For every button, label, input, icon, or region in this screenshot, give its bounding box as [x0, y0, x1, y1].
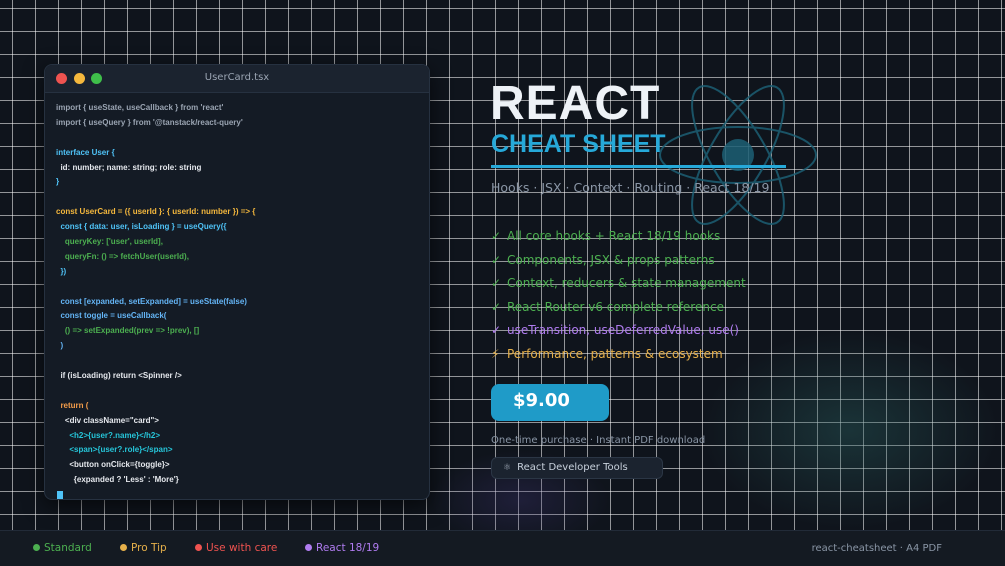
- code-line: <button onClick={toggle}>: [56, 460, 170, 470]
- feature-item: ✓ Context, reducers & state management: [491, 275, 746, 299]
- feature-list: ✓ All core hooks + React 18/19 hooks ✓ Comp…: [491, 228, 746, 369]
- feature-item: ✓ All core hooks + React 18/19 hooks: [491, 228, 746, 252]
- feature-text: useTransition, useDeferredValue, use(): [507, 323, 739, 337]
- feature-text: All core hooks + React 18/19 hooks: [507, 229, 721, 243]
- code-line: }): [56, 266, 67, 276]
- check-icon: ✓: [491, 323, 502, 337]
- tagline: Hooks · JSX · Context · Routing · React …: [491, 180, 770, 195]
- check-icon: ✓: [491, 299, 502, 314]
- code-line: }: [56, 177, 60, 187]
- legend-dot-icon: [195, 543, 202, 551]
- feature-item: ⚡ Performance, patterns & ecosystem: [491, 346, 746, 370]
- feature-text: React Router v6 complete reference: [507, 299, 724, 314]
- code-line: queryKey: ['user', userId],: [56, 237, 163, 247]
- legend-label: Use with care: [206, 542, 278, 554]
- code-line: const { data: user, isLoading } = useQue…: [56, 222, 227, 232]
- legend-dot-icon: [33, 543, 40, 551]
- code-line: const toggle = useCallback(: [56, 311, 167, 321]
- editor-titlebar: UserCard.tsx: [45, 65, 429, 93]
- legend-label: React 18/19: [316, 542, 380, 554]
- feature-text: Components, JSX & props patterns: [507, 252, 715, 267]
- code-line: id: number; name: string; role: string: [56, 162, 202, 172]
- code-line: const [expanded, setExpanded] = useState…: [56, 296, 247, 306]
- legend-dot-icon: [305, 543, 312, 551]
- react-devtools-label: React Developer Tools: [517, 462, 628, 473]
- lightning-icon: ⚡: [491, 346, 500, 361]
- check-icon: ✓: [491, 252, 502, 267]
- code-line: <h2>{user?.name}</h2>: [56, 430, 161, 440]
- code-line: if (isLoading) return <Spinner />: [56, 371, 182, 381]
- code-line: <span>{user?.role}</span>: [56, 445, 173, 455]
- code-line: queryFn: () => fetchUser(userId),: [56, 251, 189, 261]
- code-line: import { useState, useCallback } from 'r…: [56, 103, 224, 112]
- react-atom-logo: [659, 85, 817, 225]
- react-devtools-button[interactable]: ⚛ React Developer Tools: [491, 457, 663, 479]
- purchase-note: One-time purchase · Instant PDF download: [491, 435, 706, 446]
- footer-bar: Standard Pro Tip Use with care React 18/19 …: [0, 530, 1005, 566]
- code-content[interactable]: import { useState, useCallback } from 'r…: [45, 93, 429, 499]
- page-title: REACT: [490, 77, 661, 130]
- atom-icon: ⚛: [503, 463, 512, 473]
- legend-item: Pro Tip: [120, 542, 167, 554]
- code-line: const UserCard = ({ userId }: { userId: …: [56, 207, 256, 217]
- editor-filename: UserCard.tsx: [204, 72, 270, 83]
- code-line: import { useQuery } from '@tanstack/reac…: [56, 117, 243, 127]
- feature-item: ✓ Components, JSX & props patterns: [491, 252, 746, 276]
- feature-text: Performance, patterns & ecosystem: [507, 346, 723, 361]
- page-subtitle: CHEAT SHEET: [491, 130, 666, 158]
- code-line: interface User {: [56, 147, 115, 157]
- legend-item: Standard: [33, 542, 92, 554]
- footer-meta: react-cheatsheet · A4 PDF: [811, 543, 942, 554]
- title-underline: [491, 165, 786, 168]
- feature-item: ✓ React Router v6 complete reference: [491, 299, 746, 323]
- code-line: {expanded ? 'Less' : 'More'}: [56, 475, 179, 485]
- text-cursor: [57, 491, 63, 499]
- legend-label: Pro Tip: [131, 542, 167, 554]
- check-icon: ✓: [491, 276, 502, 290]
- code-line: <div className="card">: [56, 415, 159, 425]
- feature-item: ✓ useTransition, useDeferredValue, use(): [491, 322, 746, 346]
- legend-item: React 18/19: [305, 542, 379, 554]
- code-editor-window: UserCard.tsx import { useState, useCallb…: [44, 64, 430, 500]
- check-icon: ✓: [491, 229, 502, 243]
- code-line: return (: [56, 400, 89, 410]
- code-line: ): [56, 341, 64, 351]
- legend-item: Use with care: [195, 542, 277, 554]
- code-line: () => setExpanded(prev => !prev), []: [56, 326, 200, 336]
- buy-price-button[interactable]: $9.00: [491, 384, 609, 421]
- legend-label: Standard: [44, 542, 92, 554]
- feature-text: Context, reducers & state management: [507, 276, 746, 290]
- legend-dot-icon: [120, 543, 127, 551]
